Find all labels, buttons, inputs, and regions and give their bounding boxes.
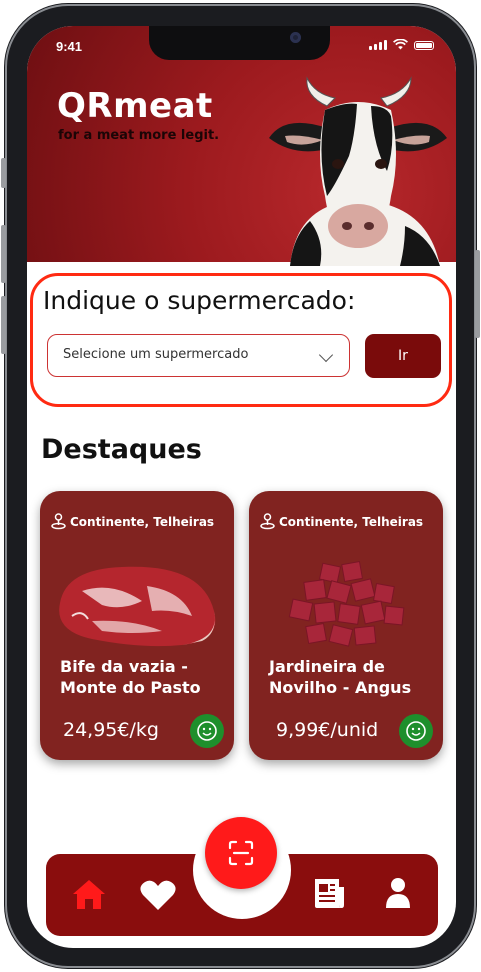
qr-scan-icon: [228, 840, 254, 866]
supermarket-select[interactable]: Selecione um supermercado: [47, 334, 350, 377]
product-name: Jardineira de Novilho - Angus: [269, 657, 412, 697]
steak-image: [59, 566, 216, 647]
supermarket-selector-panel: Indique o supermercado: Selecione um sup…: [30, 273, 452, 407]
power-button: [475, 250, 480, 338]
cow-illustration: [269, 76, 447, 266]
card-location-label: Continente, Telheiras: [70, 514, 215, 529]
smile-rating-icon: [190, 714, 224, 748]
product-name: Bife da vazia - Monte do Pasto: [60, 657, 201, 697]
signal-icon: [369, 40, 387, 50]
app-tagline: for a meat more legit.: [58, 128, 220, 143]
wifi-icon: [393, 39, 408, 50]
app-screen: 9:41 QRmeat for a meat more legit. Indiq…: [27, 26, 456, 948]
silent-switch: [1, 158, 6, 188]
status-time: 9:41: [56, 39, 83, 54]
product-card[interactable]: Continente, Telheiras Jardineira de Novi…: [249, 491, 443, 760]
card-location-label: Continente, Telheiras: [279, 514, 424, 529]
volume-up-button: [1, 225, 6, 283]
volume-down-button: [1, 296, 6, 354]
profile-icon[interactable]: [385, 877, 411, 909]
go-button[interactable]: Ir: [365, 334, 441, 378]
home-icon[interactable]: [72, 878, 106, 910]
app-logo-text: QRmeat: [57, 86, 213, 126]
news-icon[interactable]: [311, 877, 345, 909]
camera-icon: [290, 32, 301, 43]
product-price: 9,99€/unid: [276, 719, 379, 741]
notch: [149, 26, 330, 60]
qr-scan-button[interactable]: [205, 817, 277, 889]
location-pin-icon: [260, 513, 275, 530]
app-header: 9:41 QRmeat for a meat more legit.: [27, 26, 456, 266]
beef-cubes-image: [288, 561, 405, 647]
status-bar: 9:41: [27, 26, 456, 66]
card-location: Continente, Telheiras: [260, 513, 423, 530]
status-icons: [369, 39, 434, 50]
bottom-nav-right: [287, 854, 438, 936]
battery-icon: [414, 41, 434, 50]
bottom-nav-left: [46, 854, 208, 936]
product-price: 24,95€/kg: [63, 719, 159, 741]
card-location: Continente, Telheiras: [51, 513, 214, 530]
chevron-down-icon: [318, 347, 334, 363]
smile-rating-icon: [399, 714, 433, 748]
supermarket-prompt: Indique o supermercado:: [43, 286, 356, 315]
highlights-title: Destaques: [41, 434, 202, 465]
product-card[interactable]: Continente, Telheiras Bife da vazia - Mo…: [40, 491, 234, 760]
heart-icon[interactable]: [140, 879, 176, 911]
supermarket-select-value: Selecione um supermercado: [63, 347, 249, 362]
location-pin-icon: [51, 513, 66, 530]
